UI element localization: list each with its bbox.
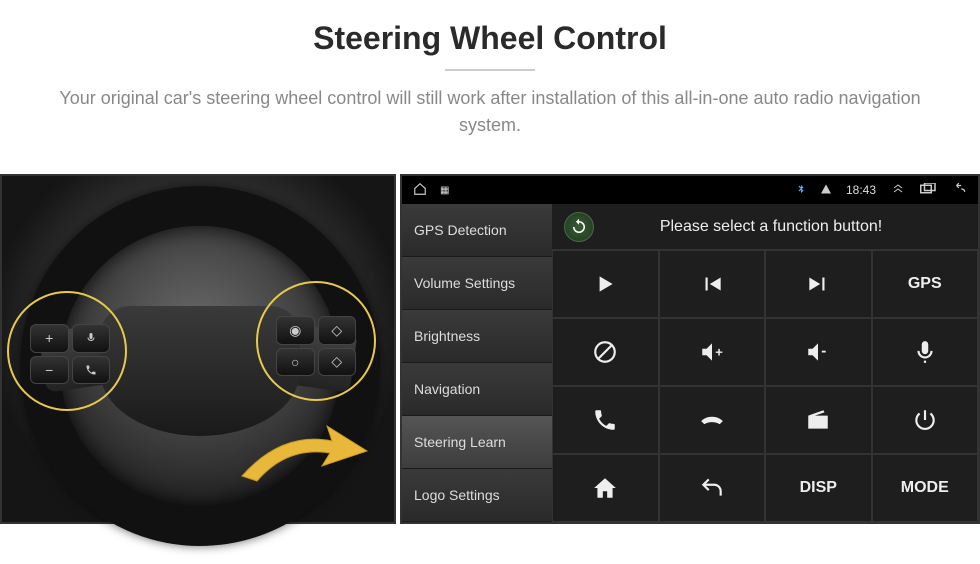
sidebar-item-label: GPS Detection bbox=[414, 222, 507, 238]
disp-label: DISP bbox=[800, 479, 837, 497]
disp-button[interactable]: DISP bbox=[765, 454, 872, 522]
sidebar-item-steering-learn[interactable]: Steering Learn bbox=[402, 416, 552, 469]
mute-button[interactable] bbox=[552, 318, 659, 386]
mic-button[interactable] bbox=[872, 318, 979, 386]
function-grid: GPS + - DISP MODE bbox=[552, 250, 978, 522]
sidebar-item-volume-settings[interactable]: Volume Settings bbox=[402, 257, 552, 310]
gps-button[interactable]: GPS bbox=[872, 250, 979, 318]
status-bar: ▦ 18:43 bbox=[402, 176, 978, 204]
sidebar-item-brightness[interactable]: Brightness bbox=[402, 310, 552, 363]
highlight-circle-left bbox=[7, 291, 127, 411]
signal-icon bbox=[820, 183, 832, 198]
svg-text:+: + bbox=[715, 344, 723, 359]
sidebar-item-label: Logo Settings bbox=[414, 487, 500, 503]
mode-button[interactable]: MODE bbox=[872, 454, 979, 522]
apps-icon[interactable]: ▦ bbox=[440, 185, 449, 196]
settings-sidebar: GPS Detection Volume Settings Brightness… bbox=[402, 204, 552, 522]
page-title: Steering Wheel Control bbox=[0, 20, 980, 57]
highlight-circle-right bbox=[256, 281, 376, 401]
home-button[interactable] bbox=[552, 454, 659, 522]
main-header-text: Please select a function button! bbox=[606, 218, 966, 236]
mode-label: MODE bbox=[901, 479, 949, 497]
steering-wheel-image: + − ◉ ◇ ○ ◇ bbox=[0, 174, 396, 524]
sidebar-item-label: Navigation bbox=[414, 381, 480, 397]
gps-label: GPS bbox=[908, 275, 942, 293]
radio-button[interactable] bbox=[765, 386, 872, 454]
sidebar-item-navigation[interactable]: Navigation bbox=[402, 363, 552, 416]
title-divider bbox=[445, 69, 535, 71]
recents-icon[interactable] bbox=[920, 183, 938, 198]
device-screen: ▦ 18:43 bbox=[400, 174, 980, 524]
return-button[interactable] bbox=[659, 454, 766, 522]
play-button[interactable] bbox=[552, 250, 659, 318]
arrow-indicator bbox=[232, 421, 372, 491]
next-track-button[interactable] bbox=[765, 250, 872, 318]
chevron-up-icon[interactable] bbox=[890, 183, 906, 198]
bluetooth-icon bbox=[796, 182, 806, 199]
sidebar-item-label: Volume Settings bbox=[414, 275, 515, 291]
sidebar-item-gps-detection[interactable]: GPS Detection bbox=[402, 204, 552, 257]
sidebar-item-label: Steering Learn bbox=[414, 434, 506, 450]
main-panel: Please select a function button! GPS + - bbox=[552, 204, 978, 522]
volume-up-button[interactable]: + bbox=[659, 318, 766, 386]
main-header: Please select a function button! bbox=[552, 204, 978, 250]
call-answer-button[interactable] bbox=[552, 386, 659, 454]
home-outline-icon[interactable] bbox=[412, 182, 428, 199]
page-subtitle: Your original car's steering wheel contr… bbox=[0, 85, 980, 139]
svg-text:-: - bbox=[822, 342, 827, 359]
call-end-button[interactable] bbox=[659, 386, 766, 454]
back-icon[interactable] bbox=[952, 182, 968, 199]
volume-down-button[interactable]: - bbox=[765, 318, 872, 386]
power-button[interactable] bbox=[872, 386, 979, 454]
status-time: 18:43 bbox=[846, 183, 876, 197]
prev-track-button[interactable] bbox=[659, 250, 766, 318]
sidebar-item-label: Brightness bbox=[414, 328, 480, 344]
refresh-icon[interactable] bbox=[564, 212, 594, 242]
sidebar-item-logo-settings[interactable]: Logo Settings bbox=[402, 469, 552, 522]
